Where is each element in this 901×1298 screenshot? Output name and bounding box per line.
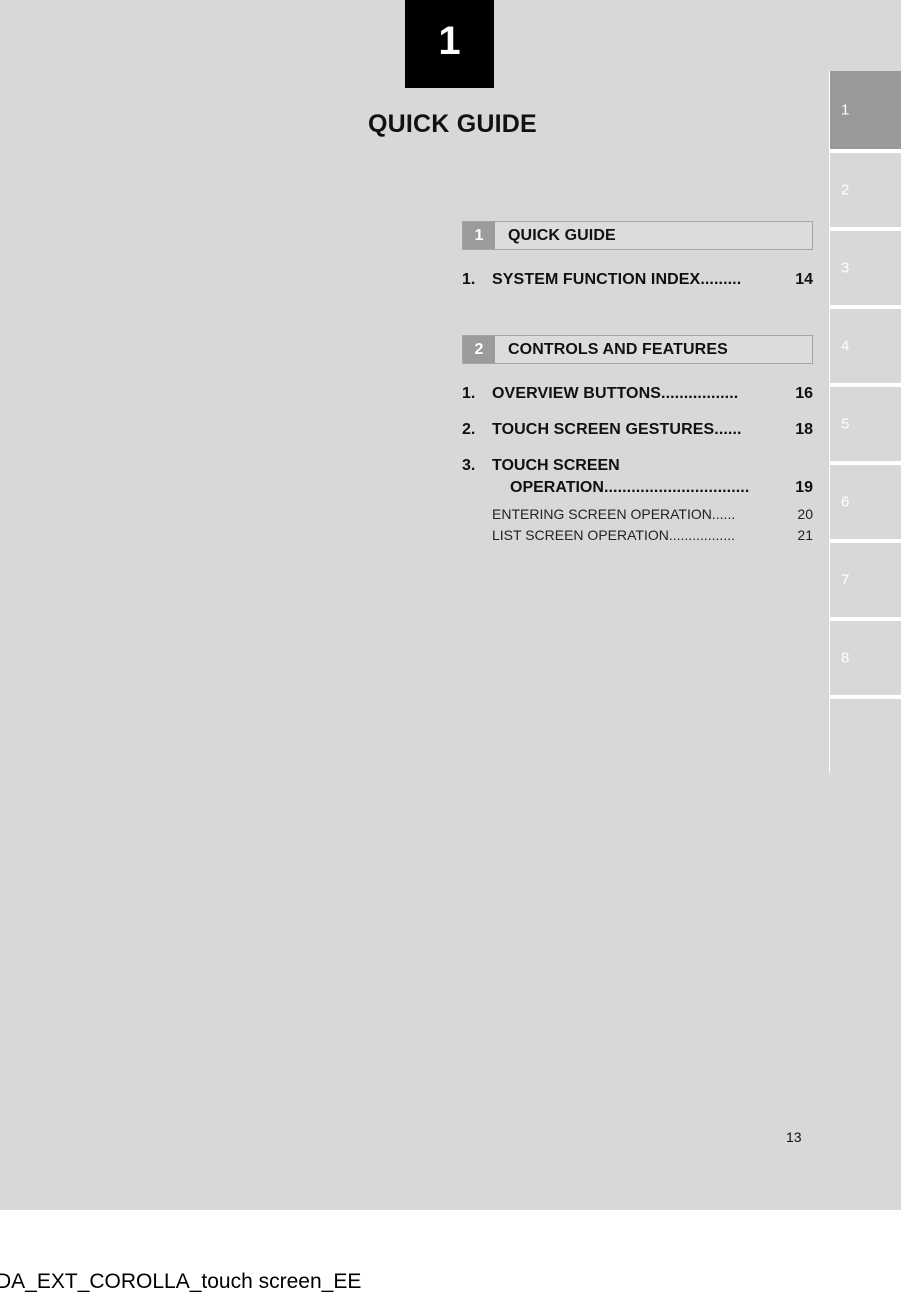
- chapter-tab-label: 1: [841, 101, 850, 119]
- chapter-number-badge: 1: [405, 0, 494, 88]
- toc-entry-title: TOUCH SCREEN GESTURES: [492, 421, 715, 438]
- toc-subentry[interactable]: ENTERING SCREEN OPERATION ...... 20: [462, 504, 813, 525]
- toc-entry-number: 1.: [462, 271, 476, 288]
- chapter-tab-6[interactable]: 6: [829, 461, 901, 539]
- toc-entry-leader: .................: [661, 385, 739, 402]
- toc-entry[interactable]: 1. SYSTEM FUNCTION INDEX ......... 14: [462, 269, 813, 291]
- toc-subentry-title: ENTERING SCREEN OPERATION: [492, 506, 712, 522]
- chapter-tab-3[interactable]: 3: [829, 227, 901, 305]
- chapter-tab-2[interactable]: 2: [829, 149, 901, 227]
- chapter-tab-label: 6: [841, 493, 850, 511]
- toc-section-header[interactable]: 2 CONTROLS AND FEATURES: [462, 335, 813, 364]
- chapter-tab-1[interactable]: 1: [829, 71, 901, 149]
- toc-section-number: 2: [463, 336, 495, 363]
- toc-entry[interactable]: 1. OVERVIEW BUTTONS ................. 16: [462, 383, 813, 405]
- toc-entry-number: 1.: [462, 385, 476, 402]
- page-title: QUICK GUIDE: [368, 110, 537, 138]
- table-of-contents: 1 QUICK GUIDE 1. SYSTEM FUNCTION INDEX .…: [462, 221, 813, 546]
- toc-subentry-leader: ......: [711, 506, 736, 522]
- toc-section-header[interactable]: 1 QUICK GUIDE: [462, 221, 813, 250]
- chapter-tab-label: 8: [841, 649, 850, 667]
- toc-subentry-page: 21: [797, 527, 813, 543]
- chapter-tab-label: 5: [841, 415, 850, 433]
- chapter-tab-label: 2: [841, 181, 850, 199]
- chapter-tab-5[interactable]: 5: [829, 383, 901, 461]
- chapter-number-label: 1: [438, 19, 461, 63]
- toc-entry-number: 2.: [462, 421, 476, 438]
- toc-subentry[interactable]: LIST SCREEN OPERATION ................. …: [462, 525, 813, 546]
- toc-entry-leader: .........: [700, 271, 742, 288]
- toc-section-number: 1: [463, 222, 495, 249]
- chapter-tab-label: 7: [841, 571, 850, 589]
- chapter-tab-blank[interactable]: [829, 695, 901, 773]
- toc-entry-title-continued: OPERATION: [510, 479, 604, 496]
- toc-entry-title: TOUCH SCREEN: [492, 457, 620, 474]
- chapter-tab-4[interactable]: 4: [829, 305, 901, 383]
- toc-subentry-title: LIST SCREEN OPERATION: [492, 527, 669, 543]
- toc-subentry-page: 20: [797, 506, 813, 522]
- toc-entry-title: SYSTEM FUNCTION INDEX: [492, 271, 701, 288]
- toc-entry-page: 19: [795, 479, 813, 496]
- toc-entry-page: 18: [795, 421, 813, 438]
- page-sheet: 1 QUICK GUIDE 1 QUICK GUIDE 1. SYSTEM FU…: [0, 0, 901, 1210]
- footer-code: DA_EXT_COROLLA_touch screen_EE: [0, 1270, 362, 1293]
- toc-entry-title: OVERVIEW BUTTONS: [492, 385, 662, 402]
- toc-subentry-leader: .................: [668, 527, 735, 543]
- chapter-tab-8[interactable]: 8: [829, 617, 901, 695]
- chapter-tab-label: 4: [841, 337, 850, 355]
- toc-section-title: QUICK GUIDE: [508, 226, 616, 244]
- page-number: 13: [786, 1129, 802, 1145]
- toc-entry-page: 14: [795, 271, 813, 288]
- chapter-tab-strip: 1 2 3 4 5 6 7 8: [829, 71, 901, 773]
- chapter-tab-label: 3: [841, 259, 850, 277]
- toc-entry[interactable]: 2. TOUCH SCREEN GESTURES ...... 18: [462, 419, 813, 441]
- toc-section-title: CONTROLS AND FEATURES: [508, 340, 728, 358]
- toc-section: 2 CONTROLS AND FEATURES 1. OVERVIEW BUTT…: [462, 335, 813, 546]
- chapter-tab-7[interactable]: 7: [829, 539, 901, 617]
- toc-entry[interactable]: 3. TOUCH SCREEN OPERATION ..............…: [462, 455, 813, 499]
- toc-entry-leader: ................................: [603, 479, 750, 496]
- toc-section: 1 QUICK GUIDE 1. SYSTEM FUNCTION INDEX .…: [462, 221, 813, 291]
- toc-entry-leader: ......: [714, 421, 742, 438]
- toc-entry-page: 16: [795, 385, 813, 402]
- toc-entry-number: 3.: [462, 457, 476, 474]
